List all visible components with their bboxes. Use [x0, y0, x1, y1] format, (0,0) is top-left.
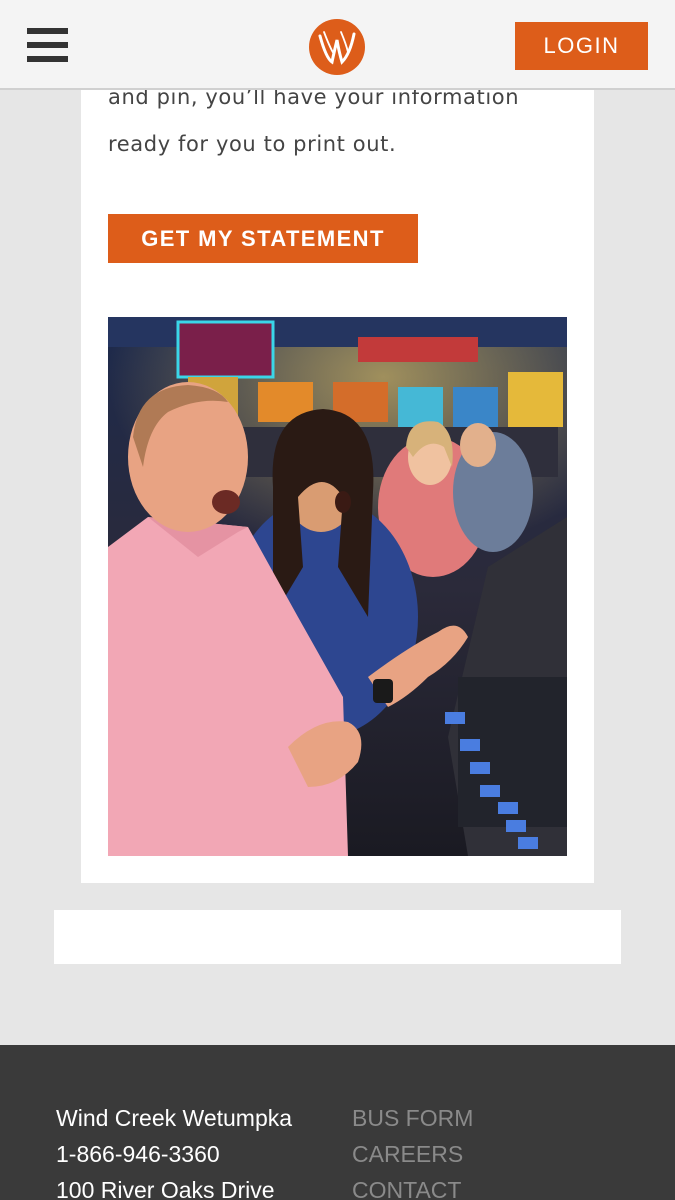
site-footer: Wind Creek Wetumpka 1-866-946-3360 100 R…: [0, 1045, 675, 1200]
get-my-statement-button[interactable]: GET MY STATEMENT: [108, 214, 418, 263]
wind-creek-logo[interactable]: [308, 18, 366, 76]
login-button[interactable]: LOGIN: [515, 22, 648, 70]
footer-link-careers[interactable]: CAREERS: [352, 1141, 463, 1168]
venue-name: Wind Creek Wetumpka: [56, 1105, 293, 1131]
site-header: LOGIN: [0, 0, 675, 90]
phone-number[interactable]: 1-866-946-3360: [56, 1141, 220, 1168]
street-address: 100 River Oaks Drive: [56, 1177, 275, 1200]
casino-players-photo: [108, 317, 567, 856]
hamburger-menu-icon[interactable]: [27, 28, 68, 63]
footer-link-contact[interactable]: CONTACT: [352, 1177, 461, 1200]
footer-link-bus-form[interactable]: BUS FORM: [352, 1105, 473, 1132]
instructions-text-line-2: ready for you to print out.: [108, 132, 397, 156]
blank-content-box: [54, 910, 621, 964]
content-card: and pin, you’ll have your information re…: [81, 50, 594, 883]
